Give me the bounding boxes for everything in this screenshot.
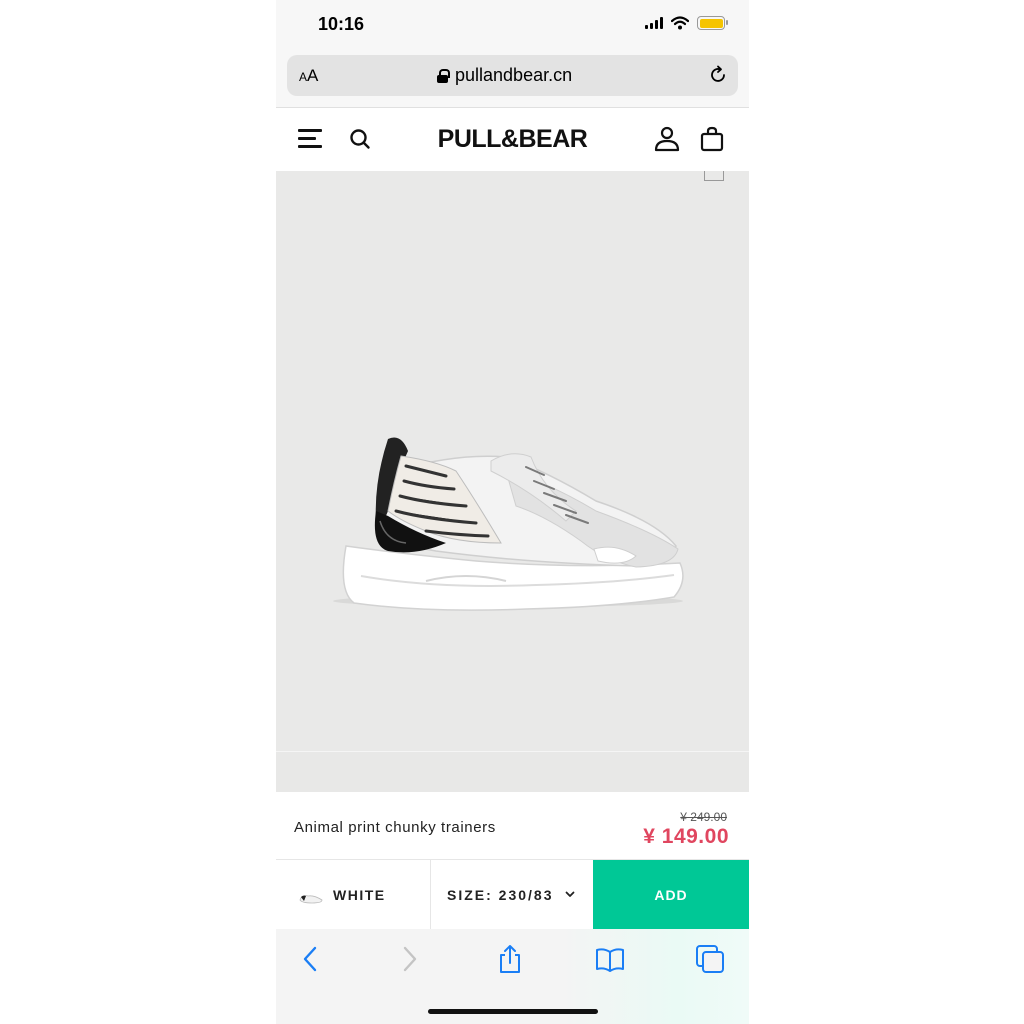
reload-icon[interactable]	[708, 65, 728, 85]
share-icon[interactable]	[495, 944, 525, 974]
original-price: ¥ 249.00	[680, 810, 727, 824]
sneaker-illustration	[333, 437, 684, 611]
status-icons	[645, 16, 728, 30]
url-bar[interactable]: AA pullandbear.cn	[287, 55, 738, 96]
size-selector[interactable]: SIZE: 230/83	[431, 860, 593, 929]
status-time: 10:16	[318, 14, 365, 34]
back-icon[interactable]	[296, 944, 326, 974]
bag-icon[interactable]	[700, 126, 724, 152]
chevron-down-icon	[565, 891, 575, 897]
browser-address-area: AA pullandbear.cn	[276, 50, 749, 108]
image-gallery-strip	[276, 751, 749, 792]
forward-icon[interactable]	[394, 944, 424, 974]
browser-toolbar	[276, 929, 749, 1024]
image-share-mark	[704, 171, 724, 181]
color-selector[interactable]: WHITE	[276, 860, 431, 929]
product-name: Animal print chunky trainers	[294, 819, 496, 836]
sale-price: ¥ 149.00	[643, 825, 729, 848]
tabs-icon[interactable]	[695, 944, 725, 974]
wifi-icon	[671, 16, 689, 30]
product-image[interactable]	[276, 171, 749, 751]
status-bar: 10:16	[276, 0, 749, 50]
product-info: Animal print chunky trainers ¥ 249.00 ¥ …	[276, 792, 749, 860]
add-to-cart-button[interactable]: ADD	[593, 860, 749, 929]
text-size-button[interactable]: AA	[299, 66, 318, 86]
signal-icon	[645, 17, 663, 29]
color-label: WHITE	[333, 887, 386, 903]
lock-icon	[437, 68, 450, 83]
user-icon[interactable]	[654, 126, 680, 152]
home-indicator[interactable]	[428, 1009, 598, 1014]
site-header: PULL&BEAR	[276, 108, 749, 171]
url-text: pullandbear.cn	[455, 65, 573, 85]
purchase-bar: WHITE SIZE: 230/83 ADD	[276, 860, 749, 929]
color-thumbnail	[299, 895, 323, 904]
size-label: SIZE: 230/83	[447, 887, 554, 903]
url-display[interactable]: pullandbear.cn	[437, 65, 572, 86]
bookmarks-icon[interactable]	[595, 944, 625, 974]
battery-icon	[697, 16, 728, 30]
phone-screen: 10:16 AA pullandbear.cn PULL&BEAR Animal…	[276, 0, 749, 1024]
